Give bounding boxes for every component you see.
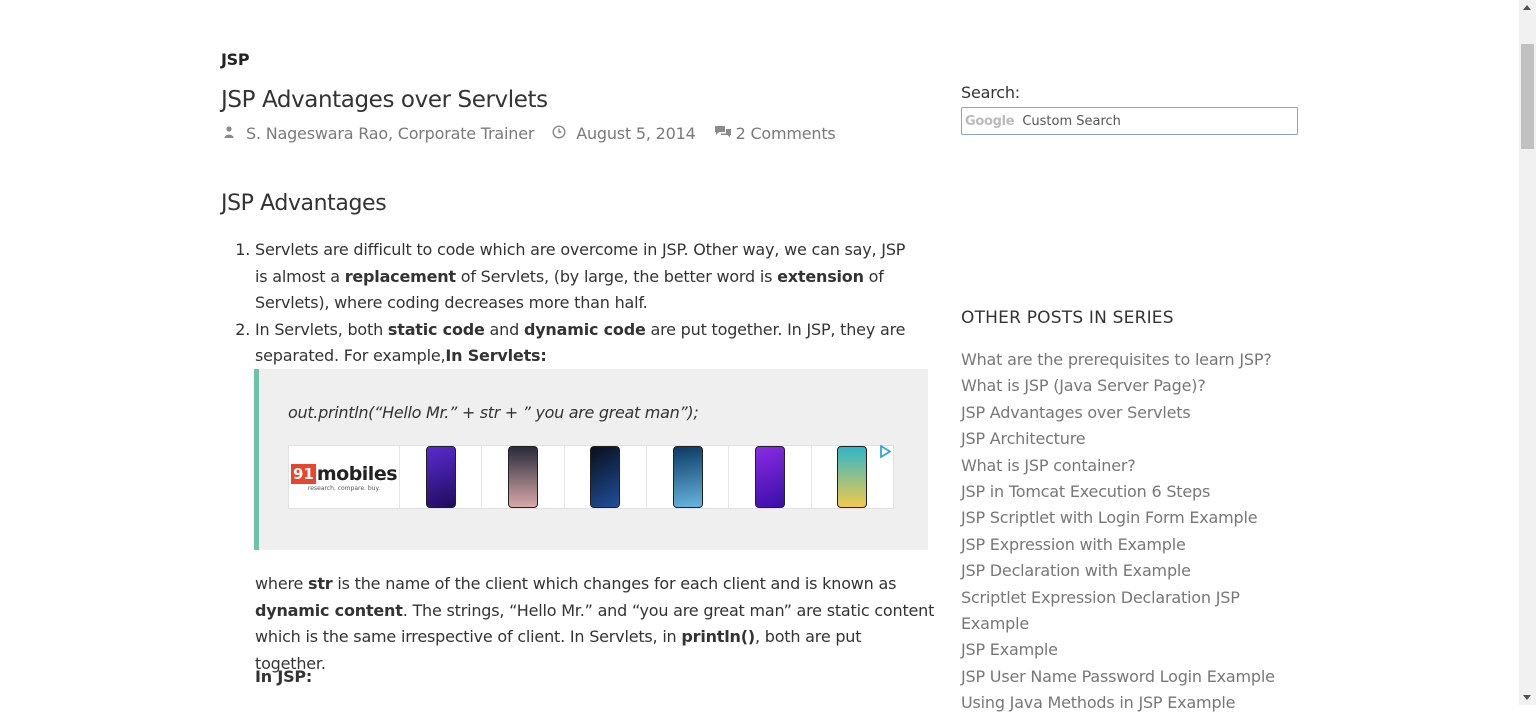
series-link[interactable]: What is JSP (Java Server Page)? <box>961 373 1281 399</box>
advantages-list: Servlets are difficult to code which are… <box>221 237 921 370</box>
phone-image <box>507 446 538 508</box>
in-jsp-label: In JSP: <box>255 667 313 686</box>
series-link[interactable]: What is JSP container? <box>961 453 1281 479</box>
search-label: Search: <box>961 83 1020 102</box>
article-content: Servlets are difficult to code which are… <box>221 237 921 370</box>
google-logo: Google <box>965 113 1015 129</box>
series-link[interactable]: JSP User Name Password Login Example <box>961 664 1281 690</box>
ad-logo-number: 91 <box>290 463 316 484</box>
ad-product[interactable] <box>399 446 481 508</box>
author-link[interactable]: S. Nageswara Rao, Corporate Trainer <box>246 124 534 143</box>
phone-image <box>672 446 703 508</box>
series-link[interactable]: JSP Scriptlet with Login Form Example <box>961 505 1281 531</box>
adchoices-icon[interactable] <box>879 444 892 462</box>
code-line: out.println(“Hello Mr.” + str + ” you ar… <box>288 403 699 422</box>
series-link[interactable]: JSP Example <box>961 637 1281 663</box>
post-meta: S. Nageswara Rao, Corporate Trainer Augu… <box>224 124 836 143</box>
series-link[interactable]: JSP Declaration with Example <box>961 558 1281 584</box>
after-code-paragraph: where str is the name of the client whic… <box>255 574 935 673</box>
series-link[interactable]: What are the prerequisites to learn JSP? <box>961 347 1281 373</box>
comments-link[interactable]: 2 Comments <box>736 124 836 143</box>
ad-logo[interactable]: 91 mobiles research. compare. buy. <box>289 463 399 492</box>
series-link[interactable]: JSP Architecture <box>961 426 1281 452</box>
series-list: What are the prerequisites to learn JSP?… <box>961 347 1281 717</box>
phone-image <box>837 446 868 508</box>
category-label[interactable]: JSP <box>221 50 250 69</box>
user-icon <box>224 125 234 142</box>
search-input[interactable] <box>1020 112 1285 130</box>
ad-product[interactable] <box>563 446 646 508</box>
phone-image <box>425 446 456 508</box>
ad-product[interactable] <box>645 446 728 508</box>
series-link[interactable]: JSP Advantages over Servlets <box>961 400 1281 426</box>
section-heading: JSP Advantages <box>221 191 387 216</box>
series-link[interactable]: JSP in Tomcat Execution 6 Steps <box>961 479 1281 505</box>
series-link[interactable]: Using Java Methods in JSP Example <box>961 690 1281 716</box>
code-blockquote: out.println(“Hello Mr.” + str + ” you ar… <box>254 369 928 550</box>
list-item: Servlets are difficult to code which are… <box>255 237 921 317</box>
ad-logo-brand: mobiles <box>316 462 398 485</box>
post-date[interactable]: August 5, 2014 <box>576 124 696 143</box>
series-heading: OTHER POSTS IN SERIES <box>961 308 1174 328</box>
series-link[interactable]: JSP Expression with Example <box>961 532 1281 558</box>
search-box[interactable]: Google <box>961 107 1298 135</box>
scrollbar[interactable] <box>1519 0 1536 705</box>
phone-image <box>590 446 621 508</box>
ad-phones <box>399 446 893 508</box>
scroll-down-arrow-icon[interactable] <box>1523 695 1531 700</box>
series-link[interactable]: Scriptlet Expression Declaration JSP Exa… <box>961 585 1281 638</box>
comments-icon <box>714 125 732 143</box>
post-title: JSP Advantages over Servlets <box>221 87 548 113</box>
phone-image <box>754 446 785 508</box>
ad-banner[interactable]: 91 mobiles research. compare. buy. <box>288 444 894 509</box>
ad-product[interactable] <box>481 446 563 508</box>
scrollbar-thumb[interactable] <box>1521 44 1534 149</box>
list-item: In Servlets, both static code and dynami… <box>255 317 921 370</box>
ad-logo-tagline: research. compare. buy. <box>307 484 381 492</box>
clock-icon <box>552 124 566 143</box>
scroll-up-arrow-icon[interactable] <box>1523 5 1531 10</box>
ad-product[interactable] <box>728 446 810 508</box>
